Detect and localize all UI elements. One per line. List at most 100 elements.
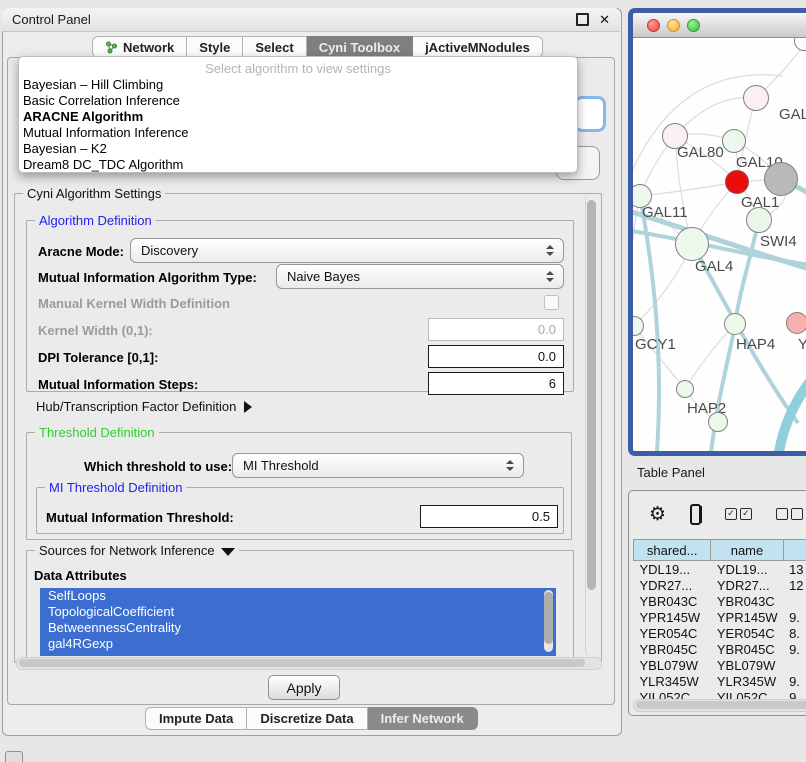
- column-header-name[interactable]: name: [711, 540, 783, 561]
- settings-horizontal-scrollbar-thumb[interactable]: [19, 659, 585, 667]
- algorithm-definition-title: Algorithm Definition: [35, 213, 156, 228]
- mi-steps-field[interactable]: 6: [428, 372, 564, 395]
- table-row[interactable]: YBR043CYBR043C: [634, 593, 806, 609]
- network-node-swi4[interactable]: [746, 207, 772, 233]
- dpi-tolerance-field[interactable]: 0.0: [428, 345, 564, 368]
- select-all-checkboxes-icon[interactable]: ✓✓: [725, 508, 752, 520]
- algorithm-option[interactable]: Bayesian – Hill Climbing: [19, 77, 577, 93]
- aracne-mode-combobox[interactable]: Discovery: [130, 238, 564, 263]
- mi-threshold-value: 0.5: [532, 509, 550, 524]
- table-row[interactable]: YDR27...YDR27...12: [634, 577, 806, 593]
- network-node-gal4[interactable]: [675, 227, 709, 261]
- hub-definition-label: Hub/Transcription Factor Definition: [36, 399, 236, 414]
- mi-type-value: Naive Bayes: [287, 269, 360, 284]
- sources-group-title: Sources for Network Inference: [35, 543, 239, 558]
- node-label: GAL11: [642, 204, 688, 221]
- network-node-hap2[interactable]: [676, 380, 694, 398]
- columns-icon[interactable]: [690, 504, 701, 525]
- mi-threshold-group-title: MI Threshold Definition: [45, 480, 186, 495]
- network-node-hap4[interactable]: [724, 313, 746, 335]
- tab-infer-network-label: Infer Network: [381, 711, 464, 726]
- column-header-shared[interactable]: shared...: [634, 540, 711, 561]
- column-header-partial[interactable]: [783, 540, 806, 561]
- tab-cyni-toolbox-label: Cyni Toolbox: [319, 40, 400, 55]
- which-threshold-combobox[interactable]: MI Threshold: [232, 453, 524, 478]
- network-node-gray[interactable]: [764, 162, 798, 196]
- collapsed-panel-icon[interactable]: [5, 751, 23, 762]
- tab-select[interactable]: Select: [243, 36, 306, 58]
- attribute-item[interactable]: TopologicalCoefficient: [40, 604, 556, 620]
- threshold-definition-title: Threshold Definition: [35, 425, 159, 440]
- data-attributes-listbox: SelfLoops TopologicalCoefficient Between…: [40, 588, 556, 656]
- mi-steps-value: 6: [549, 376, 556, 391]
- node-label: SWI4: [760, 233, 797, 250]
- node-label: GCY1: [635, 336, 676, 353]
- tab-style[interactable]: Style: [187, 36, 243, 58]
- table-row[interactable]: YDL19...YDL19...13: [634, 561, 806, 578]
- table-horizontal-scrollbar[interactable]: [633, 699, 806, 712]
- manual-kernel-label: Manual Kernel Width Definition: [38, 296, 230, 311]
- attribute-item[interactable]: SelfLoops: [40, 588, 556, 604]
- gear-icon[interactable]: ⚙: [649, 505, 666, 524]
- algorithm-option[interactable]: Dream8 DC_TDC Algorithm: [19, 157, 577, 173]
- mi-steps-label: Mutual Information Steps:: [38, 377, 198, 392]
- combo-spinner-icon: [546, 245, 555, 256]
- tab-cyni-toolbox[interactable]: Cyni Toolbox: [307, 36, 413, 58]
- algorithm-dropdown-placeholder: Select algorithm to view settings: [19, 60, 577, 77]
- focused-combobox-fragment: [574, 96, 606, 132]
- listbox-scrollbar[interactable]: [544, 590, 553, 652]
- deselect-all-checkboxes-icon[interactable]: [776, 508, 803, 520]
- cyni-bottom-tabs: Impute Data Discretize Data Infer Networ…: [145, 707, 478, 730]
- close-window-icon[interactable]: [647, 19, 660, 32]
- network-icon: [105, 41, 118, 54]
- combo-spinner-icon: [506, 460, 515, 471]
- table-row[interactable]: YBR045CYBR045C9.: [634, 641, 806, 657]
- network-node-gal10[interactable]: [722, 129, 746, 153]
- network-node[interactable]: [708, 412, 728, 432]
- tab-impute-data-label: Impute Data: [159, 711, 233, 726]
- kernel-width-value: 0.0: [538, 322, 556, 337]
- float-window-icon[interactable]: [576, 13, 589, 26]
- settings-horizontal-scrollbar[interactable]: [16, 657, 602, 670]
- algorithm-option-selected[interactable]: ARACNE Algorithm: [19, 109, 577, 125]
- mi-type-label: Mutual Information Algorithm Type:: [38, 270, 257, 285]
- table-row[interactable]: YLR345WYLR345W9.: [634, 673, 806, 689]
- table-horizontal-scrollbar-thumb[interactable]: [636, 701, 806, 709]
- attribute-item[interactable]: BetweennessCentrality: [40, 620, 556, 636]
- table-row[interactable]: YER054CYER054C8.: [634, 625, 806, 641]
- table-row[interactable]: YBL079WYBL079W: [634, 657, 806, 673]
- apply-button[interactable]: Apply: [268, 675, 340, 700]
- tab-select-label: Select: [255, 40, 293, 55]
- data-attributes-label: Data Attributes: [34, 568, 127, 583]
- zoom-window-icon[interactable]: [687, 19, 700, 32]
- algorithm-option[interactable]: Basic Correlation Inference: [19, 93, 577, 109]
- node-label: GAL4: [695, 258, 733, 275]
- tab-infer-network[interactable]: Infer Network: [368, 707, 478, 730]
- network-window-titlebar[interactable]: [633, 13, 806, 38]
- network-node-gal2[interactable]: [743, 85, 769, 111]
- kernel-width-field[interactable]: 0.0: [428, 318, 564, 341]
- network-canvas[interactable]: GAL GAL80 GAL10 GAL1 GAL11 SWI4 GAL4 GCY…: [633, 38, 806, 452]
- table-row[interactable]: YPR145WYPR145W9.: [634, 609, 806, 625]
- settings-vertical-scrollbar[interactable]: [585, 196, 598, 656]
- listbox-scrollbar-thumb[interactable]: [544, 592, 553, 644]
- mi-threshold-label: Mutual Information Threshold:: [46, 510, 234, 525]
- tab-discretize-data[interactable]: Discretize Data: [247, 707, 367, 730]
- table-panel-toolbar: ⚙ ✓✓: [629, 491, 806, 537]
- settings-vertical-scrollbar-thumb[interactable]: [587, 200, 596, 590]
- tab-impute-data[interactable]: Impute Data: [145, 707, 247, 730]
- minimize-window-icon[interactable]: [667, 19, 680, 32]
- hub-definition-toggle[interactable]: Hub/Transcription Factor Definition: [36, 399, 252, 414]
- tab-jactivemnodules[interactable]: jActiveMNodules: [413, 36, 543, 58]
- combo-spinner-icon: [546, 271, 555, 282]
- manual-kernel-checkbox[interactable]: [544, 295, 559, 310]
- attribute-item[interactable]: gal4RGexp: [40, 636, 556, 652]
- algorithm-option[interactable]: Bayesian – K2: [19, 141, 577, 157]
- tab-network[interactable]: Network: [92, 36, 187, 58]
- mi-threshold-field[interactable]: 0.5: [420, 505, 558, 528]
- network-node-gal1[interactable]: [725, 170, 749, 194]
- mi-type-combobox[interactable]: Naive Bayes: [276, 264, 564, 289]
- close-panel-icon[interactable]: ✕: [599, 15, 610, 25]
- network-node-pink[interactable]: [786, 312, 806, 334]
- algorithm-option[interactable]: Mutual Information Inference: [19, 125, 577, 141]
